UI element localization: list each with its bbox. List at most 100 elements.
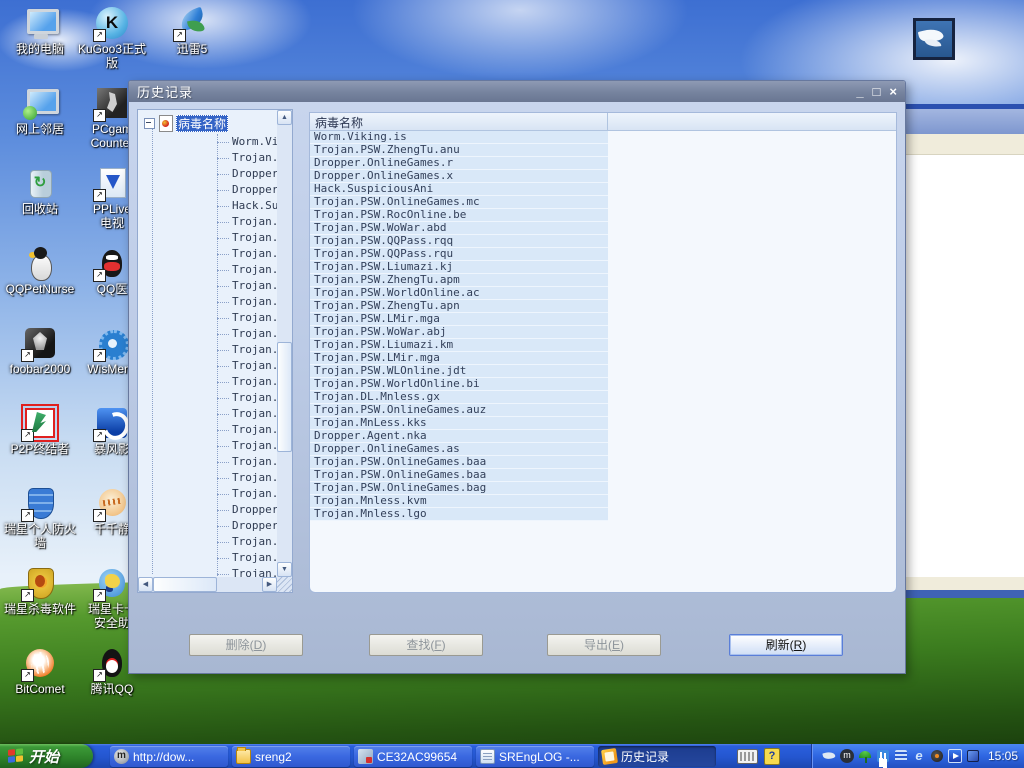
tree-item[interactable]: Trojan.PSW.OnlineGames.baa (138, 534, 278, 550)
tree-item[interactable]: Trojan.PSW.WoWar.abj (138, 374, 278, 390)
tree-vertical-scrollbar[interactable]: ▲ ▼ (277, 110, 292, 577)
export-button[interactable]: 导出(E) (547, 634, 661, 656)
app-task-icon (358, 749, 373, 764)
tree-root-label[interactable]: 病毒名称 (176, 114, 229, 132)
desktop-icon-label: 瑞星个人防火墙 (4, 522, 77, 550)
desktop-icon-bitcomet[interactable]: ↗ BitComet (4, 646, 76, 696)
tree-item[interactable]: Trojan.MnLess.kks (138, 486, 278, 502)
desktop-icon-rising-firewall[interactable]: ↗ 瑞星个人防火墙 (4, 486, 76, 550)
tree-item[interactable]: Trojan.PSW.RocOnline.be (138, 230, 278, 246)
start-button-label: 开始 (29, 748, 60, 766)
background-window (905, 104, 1024, 598)
tree-item[interactable]: Trojan.PSW.Liumazi.km (138, 390, 278, 406)
refresh-button[interactable]: 刷新(R) (729, 634, 843, 656)
desktop-icon-qqpetnurse[interactable]: QQPetNurse (4, 246, 76, 296)
tree-item[interactable]: Trojan.PSW.QQPass.rqu (138, 278, 278, 294)
maximize-icon[interactable]: □ (873, 83, 881, 101)
tree-item[interactable]: Trojan.PSW.WoWar.abd (138, 246, 278, 262)
desktop-icon-thunder5[interactable]: ↗ 迅雷5 (156, 6, 228, 56)
tree-item[interactable]: Worm.Viking.is (138, 134, 278, 150)
shortcut-arrow-icon: ↗ (93, 349, 106, 362)
tree-item[interactable]: Trojan.PSW.LMir.mga (138, 406, 278, 422)
close-icon[interactable]: × (889, 83, 897, 101)
tree-item[interactable]: Dropper.OnlineGames.as (138, 518, 278, 534)
rising-umbrella-tray-icon[interactable] (858, 749, 872, 763)
tree-item[interactable]: Trojan.PSW.OnlineGames.baa (138, 550, 278, 566)
maxthon-tray-icon[interactable] (839, 749, 854, 763)
tree-hscroll-thumb[interactable] (153, 577, 217, 592)
task-history[interactable]: 历史记录 (598, 746, 716, 767)
tree-item[interactable]: Trojan.PSW.ZhengTu.anu (138, 150, 278, 166)
shortcut-arrow-icon: ↗ (93, 669, 106, 682)
keyboard-icon[interactable] (737, 749, 758, 764)
list-header-virus-name[interactable]: 病毒名称 (310, 113, 608, 130)
list-header-empty[interactable] (608, 113, 896, 130)
find-button[interactable]: 查找(F) (369, 634, 483, 656)
list-row[interactable]: Trojan.Mnless.lgo (310, 508, 608, 521)
desktop-icon-my-computer[interactable]: 我的电脑 (4, 6, 76, 56)
scroll-right-icon[interactable]: ▶ (262, 577, 277, 592)
scroll-down-icon[interactable]: ▼ (277, 562, 292, 577)
ttplayer-icon: ↗ (93, 486, 129, 522)
tree-item[interactable]: Dropper.Agent.nka (138, 502, 278, 518)
task-browser[interactable]: http://dow... (110, 746, 228, 767)
tree-item[interactable]: Trojan.PSW.ZhengTu.apn (138, 342, 278, 358)
tree-root-node[interactable]: 病毒名称 (144, 114, 229, 132)
task-sreng2-folder[interactable]: sreng2 (232, 746, 350, 767)
display-tray-icon[interactable] (966, 749, 980, 763)
tree-item[interactable]: Dropper.OnlineGames.x (138, 182, 278, 198)
system-tray: 15:05 (810, 744, 1024, 768)
tree-item[interactable]: Trojan.PSW.OnlineGames.auz (138, 470, 278, 486)
tree-item[interactable]: Trojan.PSW.QQPass.rqq (138, 262, 278, 278)
music-tray-icon[interactable] (876, 749, 890, 763)
desktop-icon-label: 网上邻居 (15, 122, 64, 136)
my-computer-icon (23, 6, 59, 40)
tree-horizontal-scrollbar[interactable]: ◀ ▶ (138, 577, 277, 592)
speaker-tray-icon[interactable] (930, 749, 944, 763)
desktop-icon-foobar2000[interactable]: ↗ foobar2000 (4, 326, 76, 376)
dialog-titlebar[interactable]: 历史记录 _ □ × (129, 81, 905, 102)
desktop-icon-p2p-terminator[interactable]: ↗ P2P终结者 (4, 404, 76, 456)
help-icon[interactable]: ? (764, 748, 780, 765)
start-button[interactable]: 开始 (0, 744, 93, 768)
scroll-left-icon[interactable]: ◀ (138, 577, 153, 592)
background-window-addressbar (905, 134, 1024, 155)
virus-tree-panel: 病毒名称 Worm.Viking.isTrojan.PSW.ZhengTu.an… (137, 109, 293, 593)
shortcut-arrow-icon: ↗ (93, 109, 106, 122)
desktop-icon-network-places[interactable]: 网上邻居 (4, 86, 76, 136)
desktop-icon-kugoo3[interactable]: ↗KuGoo3正式版 (76, 6, 148, 70)
task-srenglog[interactable]: SREngLOG -... (476, 746, 594, 767)
tree-item[interactable]: Trojan.PSW.WLOnline.jdt (138, 422, 278, 438)
bitcomet-icon: ↗ (21, 646, 57, 682)
tree-item[interactable]: Trojan.PSW.LMir.mga (138, 358, 278, 374)
minimize-icon[interactable]: _ (856, 83, 863, 101)
tree-collapse-icon[interactable] (144, 117, 155, 129)
shortcut-arrow-icon: ↗ (93, 429, 106, 442)
desktop-icon-rising-antivirus[interactable]: ↗ 瑞星杀毒软件 (4, 566, 76, 616)
tree-item[interactable]: Dropper.OnlineGames.r (138, 166, 278, 182)
thunder-float-icon[interactable] (913, 18, 955, 60)
tree-vscroll-thumb[interactable] (277, 342, 292, 452)
tree-item[interactable]: Trojan.PSW.Liumazi.kj (138, 294, 278, 310)
play-tray-icon[interactable] (947, 749, 962, 763)
firewall-tray-icon[interactable] (894, 749, 908, 763)
tree-item[interactable]: Trojan.PSW.WorldOnline.ac (138, 326, 278, 342)
tree-item[interactable]: Trojan.PSW.WorldOnline.bi (138, 438, 278, 454)
window-controls: _ □ × (856, 83, 897, 101)
desktop-icon-label: BitComet (15, 682, 65, 696)
delete-button[interactable]: 删除(D) (189, 634, 303, 656)
tree-item[interactable]: Trojan.DL.Mnless.gx (138, 454, 278, 470)
scroll-up-icon[interactable]: ▲ (277, 110, 292, 125)
tray-clock: 15:05 (987, 749, 1018, 763)
thunder-tray-icon[interactable] (822, 749, 836, 763)
recycle-bin-icon (23, 166, 57, 200)
virus-doc-icon (159, 114, 173, 132)
tree-item[interactable]: Hack.SuspiciousAni (138, 198, 278, 214)
ie-tray-icon[interactable] (912, 749, 926, 763)
desktop-icon-recycle-bin[interactable]: 回收站 (4, 166, 76, 216)
resize-grip-icon[interactable] (277, 577, 292, 592)
tree-item[interactable]: Trojan.PSW.OnlineGames.mc (138, 214, 278, 230)
task-label: sreng2 (255, 749, 292, 764)
task-ce32ac99654[interactable]: CE32AC99654 (354, 746, 472, 767)
tree-item[interactable]: Trojan.PSW.ZhengTu.apm (138, 310, 278, 326)
